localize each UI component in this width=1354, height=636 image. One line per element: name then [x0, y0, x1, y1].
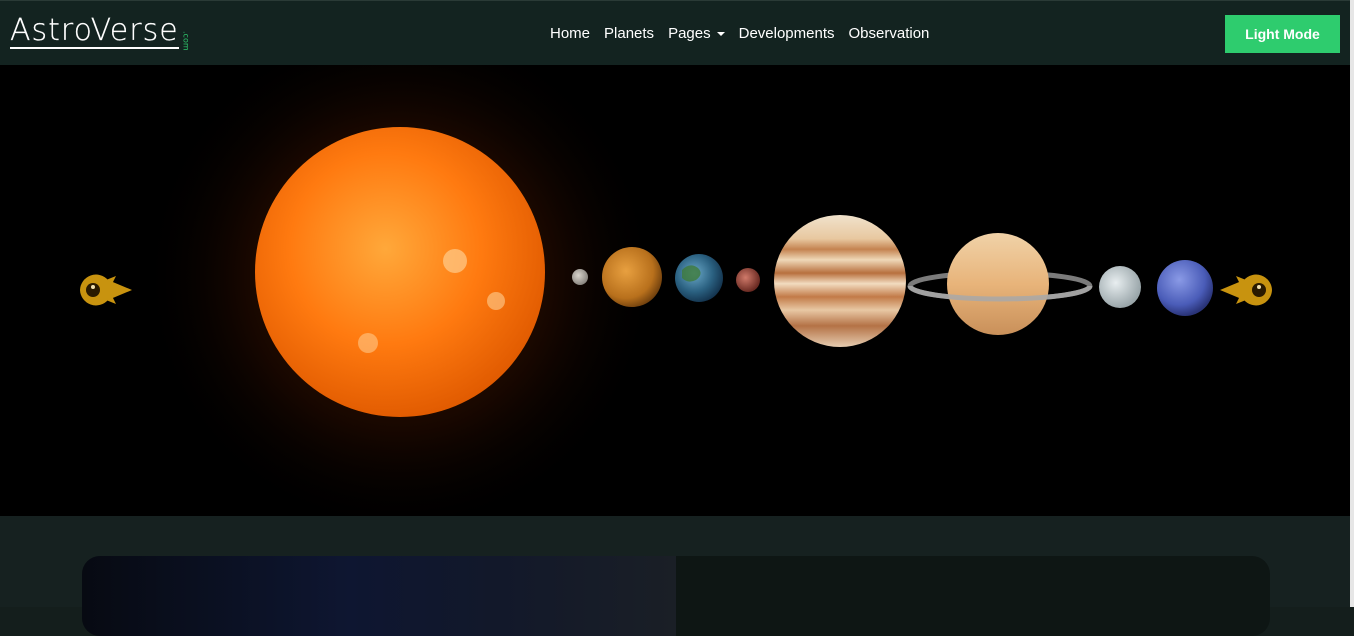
nav-home[interactable]: Home — [550, 25, 590, 42]
rocket-left-icon[interactable] — [78, 270, 134, 310]
content-section — [0, 516, 1350, 636]
solar-system-image — [0, 65, 1350, 516]
caret-down-icon — [716, 31, 725, 36]
nav-pages-dropdown[interactable]: Pages — [668, 25, 725, 42]
brand-suffix: .com — [181, 31, 191, 51]
brand-logo[interactable]: AstroVerse .com — [10, 13, 191, 51]
hero-carousel — [0, 65, 1350, 516]
scrollbar[interactable] — [1350, 0, 1354, 607]
nav-observation[interactable]: Observation — [849, 25, 930, 42]
nav-menu: Home Planets Pages Developments Observat… — [550, 23, 943, 42]
feature-card — [82, 556, 1270, 636]
light-mode-button[interactable]: Light Mode — [1225, 15, 1340, 53]
navbar: AstroVerse .com Home Planets Pages Devel… — [0, 0, 1350, 65]
nav-pages-label: Pages — [668, 25, 711, 42]
brand-name: AstroVerse — [10, 13, 179, 49]
nav-developments[interactable]: Developments — [739, 25, 835, 42]
rocket-right-icon[interactable] — [1218, 270, 1274, 310]
nav-planets[interactable]: Planets — [604, 25, 654, 42]
card-image — [82, 556, 676, 636]
